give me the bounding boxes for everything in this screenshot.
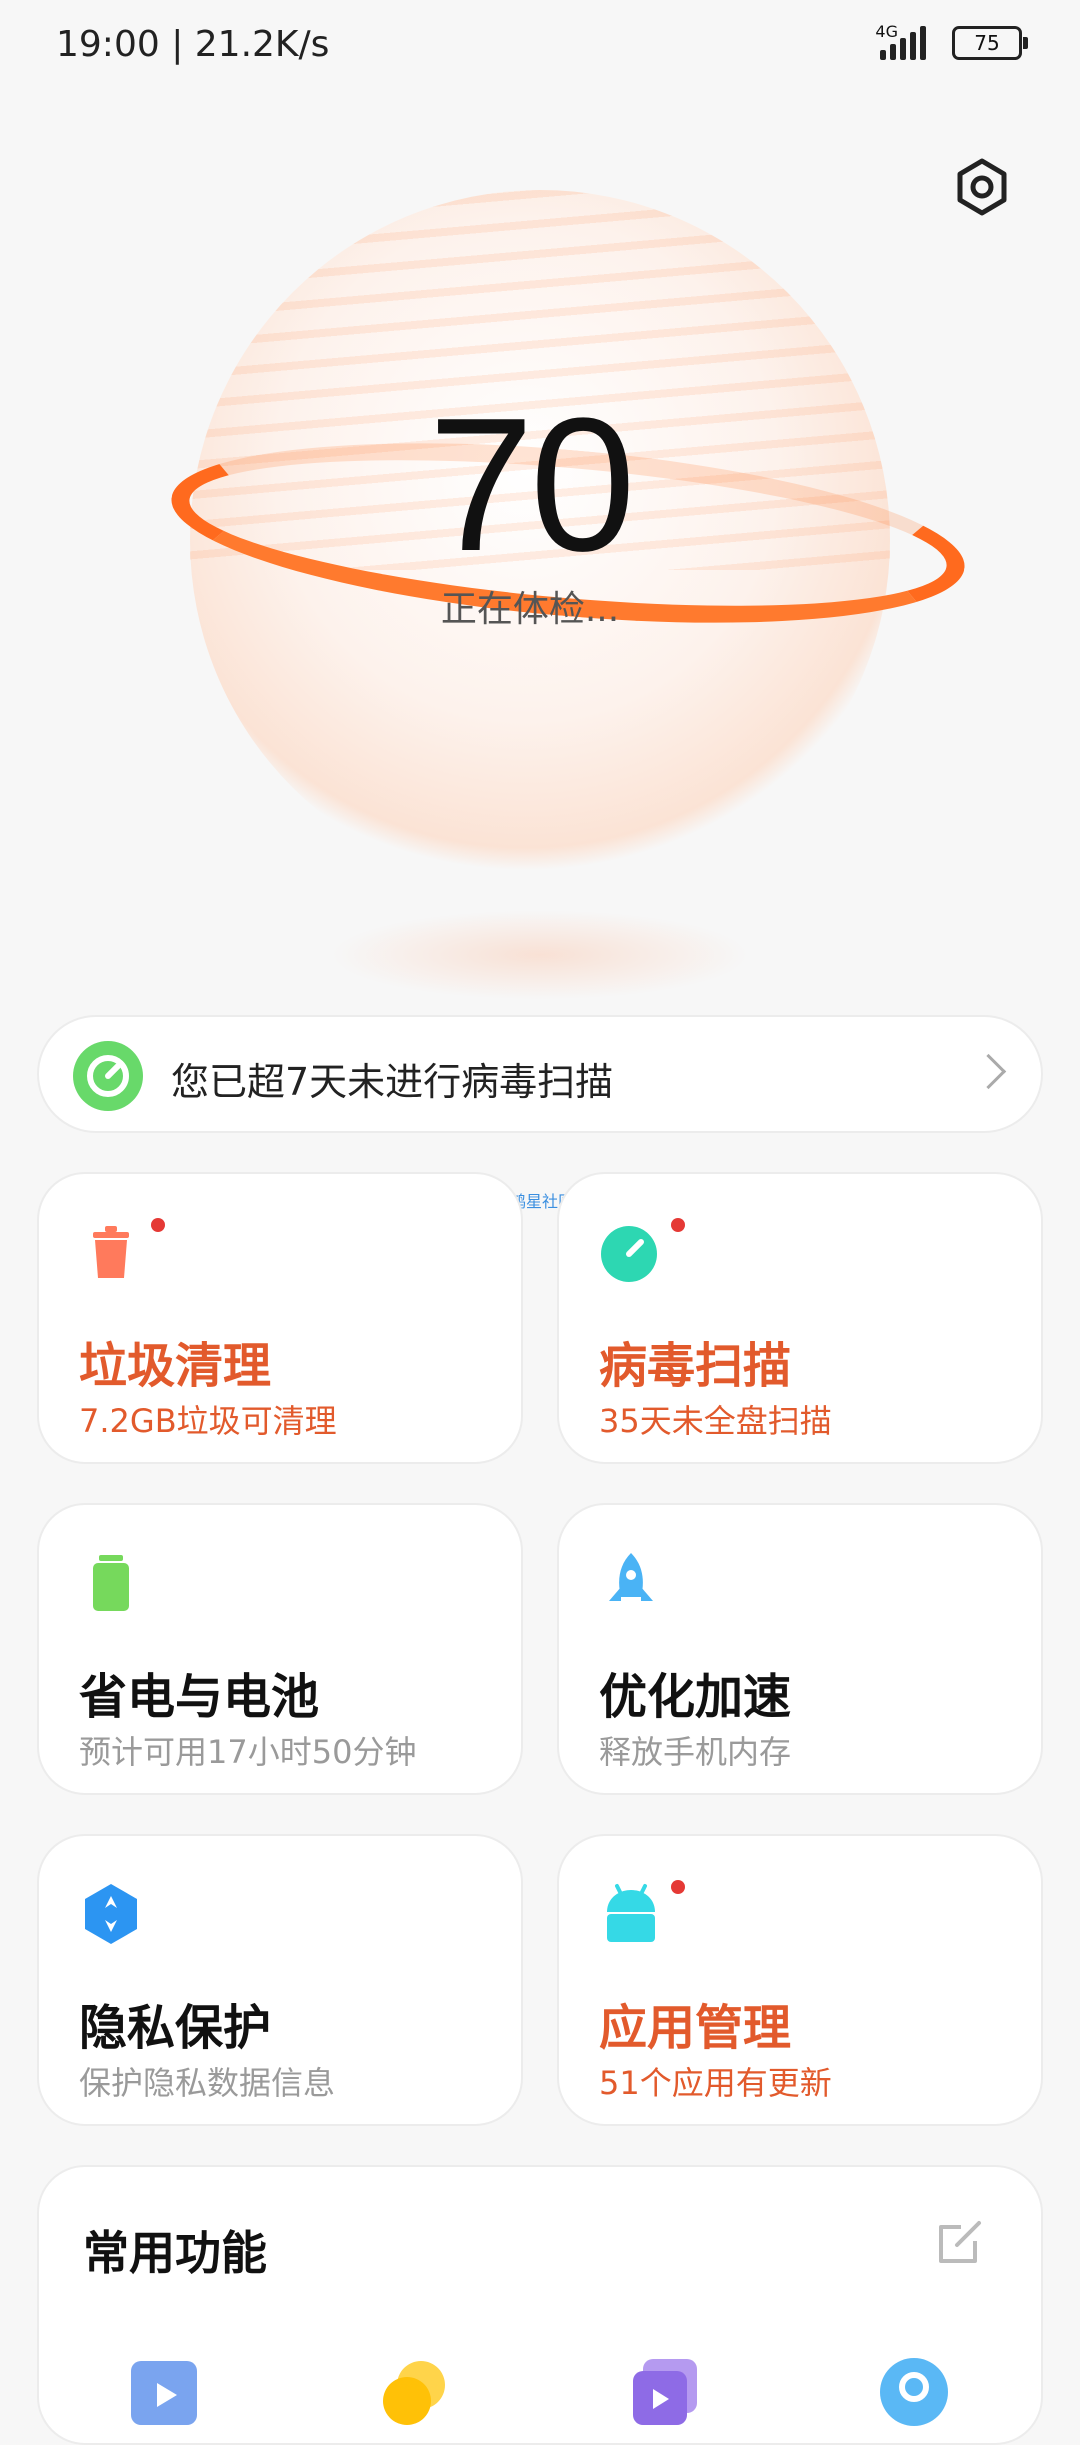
battery-level: 75	[974, 31, 1000, 55]
status-indicators: 4G 75	[875, 22, 1028, 60]
virus-scan-alert[interactable]: 您已超7天未进行病毒扫描	[37, 1015, 1043, 1133]
scan-status: 正在体检...	[440, 589, 620, 630]
sphere-reflection	[330, 910, 750, 1000]
card-subtitle: 51个应用有更新	[599, 2064, 832, 2102]
card-app-manager[interactable]: 应用管理 51个应用有更新	[557, 1834, 1043, 2126]
card-title: 隐私保护	[79, 2000, 272, 2056]
card-subtitle: 35天未全盘扫描	[599, 1402, 832, 1440]
badge-dot	[151, 1218, 165, 1232]
card-battery[interactable]: 省电与电池 预计可用17小时50分钟	[37, 1503, 523, 1795]
card-subtitle: 释放手机内存	[599, 1733, 792, 1771]
card-title: 省电与电池	[79, 1669, 320, 1725]
rocket-icon	[609, 1553, 653, 1601]
card-title: 垃圾清理	[79, 1338, 272, 1394]
network-type: 4G	[875, 22, 898, 41]
card-title: 应用管理	[599, 2000, 792, 2056]
settings-button[interactable]	[950, 155, 1014, 219]
shield-check-icon	[73, 1041, 143, 1111]
badge-dot	[671, 1218, 685, 1232]
common-functions-title: 常用功能	[83, 2226, 267, 2280]
card-subtitle: 7.2GB垃圾可清理	[79, 1402, 337, 1440]
edit-icon	[939, 2221, 981, 2263]
gallery-icon[interactable]	[629, 2357, 699, 2427]
card-privacy[interactable]: 隐私保护 保护隐私数据信息	[37, 1834, 523, 2126]
battery-icon	[93, 1555, 129, 1611]
card-speed-up[interactable]: 优化加速 释放手机内存	[557, 1503, 1043, 1795]
privacy-shield-icon	[85, 1884, 137, 1944]
coin-icon[interactable]	[379, 2357, 449, 2427]
card-title: 病毒扫描	[599, 1338, 792, 1394]
video-icon[interactable]	[129, 2357, 199, 2427]
chevron-right-icon	[970, 1053, 1007, 1090]
alert-text: 您已超7天未进行病毒扫描	[171, 1060, 614, 1104]
health-score: 70	[428, 379, 635, 591]
common-functions-card: 常用功能	[37, 2165, 1043, 2445]
card-subtitle: 保护隐私数据信息	[79, 2064, 336, 2102]
status-time: 19:00 | 21.2K/s	[56, 24, 330, 65]
trash-icon	[93, 1226, 129, 1278]
location-icon[interactable]	[879, 2357, 949, 2427]
card-subtitle: 预计可用17小时50分钟	[79, 1733, 417, 1771]
edit-button[interactable]	[935, 2217, 985, 2267]
card-junk-clean[interactable]: 垃圾清理 7.2GB垃圾可清理	[37, 1172, 523, 1464]
gear-icon	[957, 158, 1007, 216]
card-title: 优化加速	[599, 1669, 792, 1725]
virus-scan-icon	[601, 1226, 657, 1282]
status-bar: 19:00 | 21.2K/s 4G 75	[0, 0, 1080, 100]
badge-dot	[671, 1880, 685, 1894]
android-icon	[607, 1884, 655, 1942]
health-check-hero[interactable]: 70 正在体检...	[130, 150, 972, 1010]
battery-icon: 75	[952, 26, 1028, 60]
card-virus-scan[interactable]: 病毒扫描 35天未全盘扫描	[557, 1172, 1043, 1464]
